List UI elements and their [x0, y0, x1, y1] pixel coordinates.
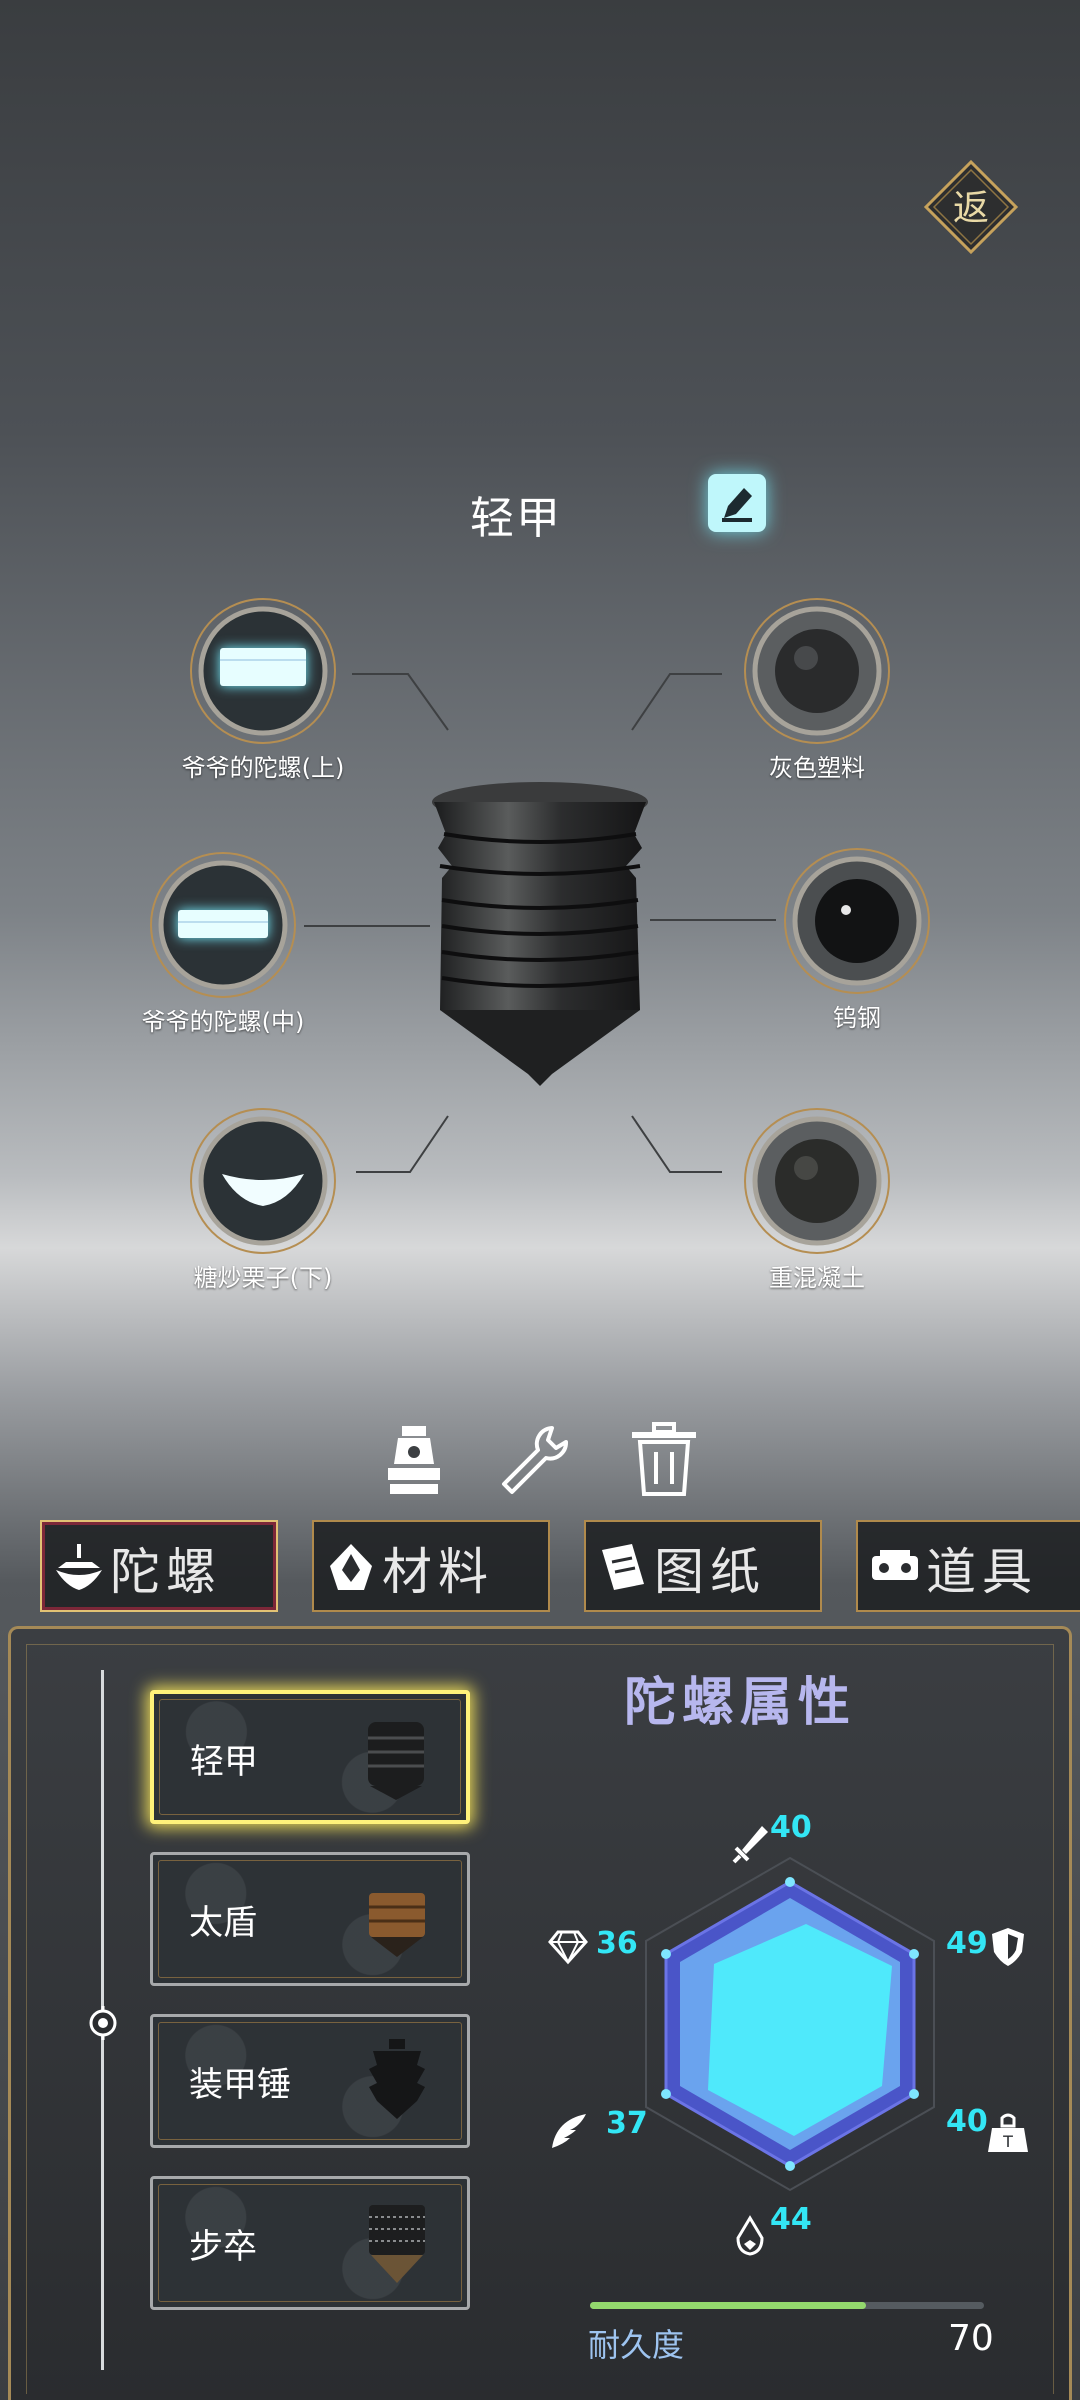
stat-weight-value: 40 [946, 2104, 988, 2139]
durability-bar-fill [590, 2302, 866, 2309]
durability-label: 耐久度 [588, 2326, 685, 2364]
svg-text:T: T [1002, 2132, 1013, 2151]
part-slot-middle[interactable] [148, 850, 298, 1000]
part-band-icon [178, 910, 268, 938]
spin-top-icon [56, 1544, 102, 1590]
list-item[interactable]: 步卒 [150, 2176, 470, 2310]
part-label-middle-material: 钨钢 [833, 1004, 881, 1032]
stat-speed-value: 37 [606, 2106, 648, 2141]
part-label-bottom-material: 重混凝土 [769, 1264, 865, 1292]
trash-icon [632, 1422, 696, 1496]
tab-blueprint[interactable]: 图纸 [584, 1520, 822, 1612]
diamond-icon [548, 1930, 588, 1965]
list-item-label: 装甲锤 [189, 2065, 291, 2105]
stat-attack-value: 40 [770, 1810, 812, 1845]
list-item[interactable]: 轻甲 [150, 1690, 470, 1824]
spin-top-thumb [369, 2205, 425, 2283]
material-icon [330, 1544, 372, 1590]
drop-icon [736, 2215, 764, 2256]
tab-label: 陀螺 [110, 1543, 222, 1601]
feather-icon [552, 2114, 586, 2148]
list-item-label: 太盾 [189, 1903, 257, 1943]
spin-top-thumb [369, 2039, 425, 2119]
spin-top-thumb [369, 1893, 425, 1957]
assemble-icon [388, 1426, 440, 1494]
tab-label: 图纸 [654, 1543, 766, 1601]
list-item[interactable]: 太盾 [150, 1852, 470, 1986]
weight-icon: T [988, 2113, 1028, 2152]
sphere-icon [775, 1139, 859, 1223]
item-icon [872, 1550, 918, 1580]
part-connectors [304, 673, 776, 1173]
attributes-title: 陀螺属性 [623, 1673, 856, 1733]
sphere-icon [815, 879, 899, 963]
blueprint-icon [602, 1544, 644, 1590]
part-label-bottom: 糖炒栗子(下) [193, 1264, 333, 1292]
list-item[interactable]: 装甲锤 [150, 2014, 470, 2148]
spin-top-model [420, 770, 660, 1090]
tab-item[interactable]: 道具 [856, 1520, 1080, 1612]
part-slot-top-material[interactable] [742, 596, 892, 746]
list-item-label: 步卒 [189, 2227, 257, 2267]
attribute-radar-chart [645, 1856, 935, 2192]
part-band-icon [220, 648, 306, 686]
tab-material[interactable]: 材料 [312, 1520, 550, 1612]
tab-label: 材料 [382, 1543, 494, 1601]
scroll-thumb[interactable] [86, 2006, 120, 2040]
spin-top-thumb [368, 1722, 424, 1800]
part-label-middle: 爷爷的陀螺(中) [141, 1008, 305, 1036]
tab-label: 道具 [926, 1543, 1038, 1601]
part-slot-bottom[interactable] [188, 1106, 338, 1256]
part-slot-top[interactable] [188, 596, 338, 746]
part-label-top: 爷爷的陀螺(上) [181, 754, 345, 782]
sphere-icon [775, 629, 859, 713]
wrench-icon [502, 1426, 568, 1494]
sword-icon [732, 1826, 768, 1864]
list-item-label: 轻甲 [190, 1742, 258, 1782]
stat-durability-value: 44 [770, 2202, 812, 2237]
part-slot-bottom-material[interactable] [742, 1106, 892, 1256]
repair-button[interactable] [494, 1420, 570, 1500]
tab-spin-top[interactable]: 陀螺 [40, 1520, 278, 1612]
shield-icon [992, 1928, 1024, 1966]
stat-defense-value: 49 [946, 1926, 988, 1961]
delete-button[interactable] [626, 1420, 702, 1500]
assemble-button[interactable] [376, 1420, 452, 1500]
part-slot-middle-material[interactable] [782, 846, 932, 996]
durability-value: 70 [948, 2318, 994, 2359]
part-label-top-material: 灰色塑料 [769, 754, 865, 782]
stat-value-value: 36 [596, 1926, 638, 1961]
